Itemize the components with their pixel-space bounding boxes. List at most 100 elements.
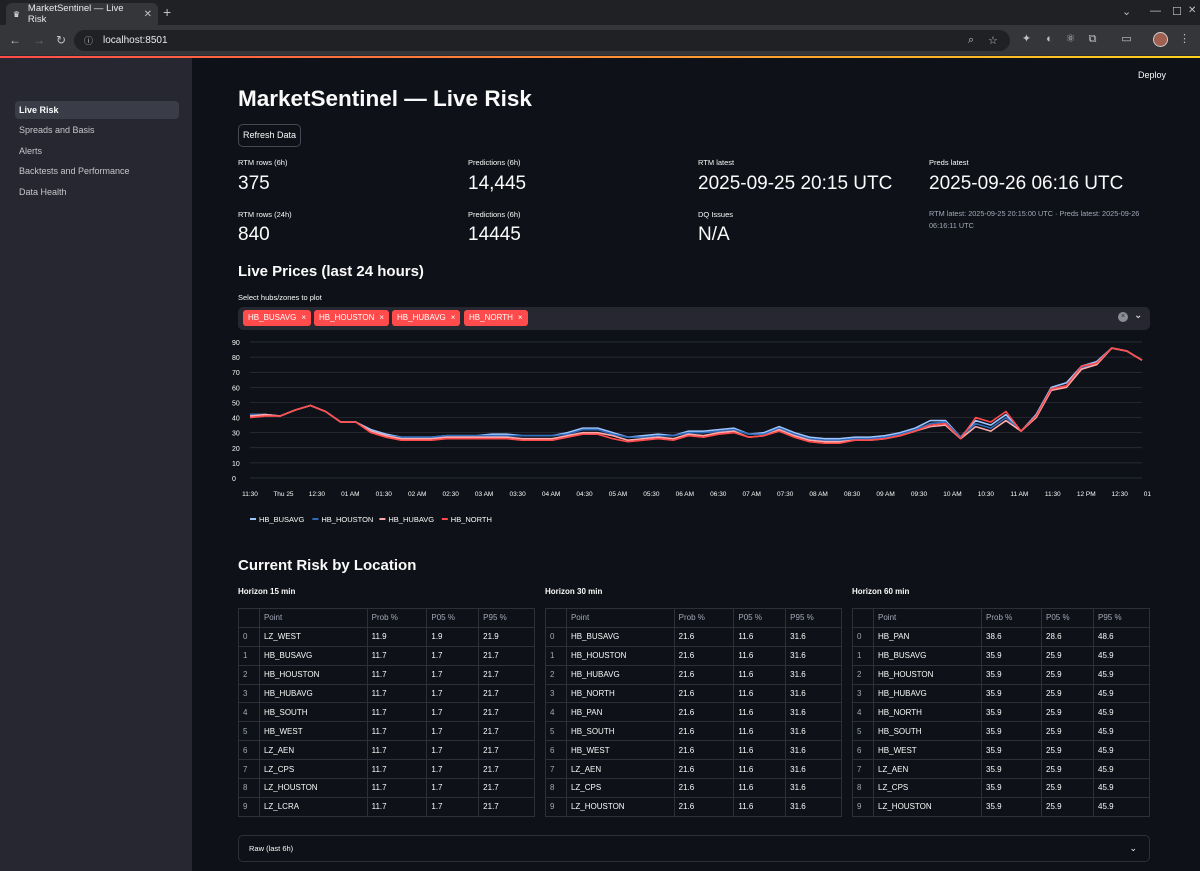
x-tick-label: 07 AM — [743, 491, 761, 498]
table-cell: 31.6 — [785, 740, 842, 761]
selected-chip[interactable]: HB_NORTH × — [464, 310, 528, 326]
cast-icon[interactable]: ▭ — [1120, 33, 1133, 46]
react-devtools-icon[interactable]: ⚛ — [1064, 33, 1077, 46]
column-header[interactable]: Point — [258, 608, 368, 628]
hub-multiselect[interactable]: HB_BUSAVG × HB_HOUSTON × HB_HUBAVG × HB_NOR… — [238, 307, 1150, 330]
minimize-icon[interactable]: — — [1150, 5, 1161, 17]
column-header[interactable]: P05 % — [426, 608, 480, 628]
chip-remove-icon[interactable]: × — [451, 313, 456, 322]
selected-chip[interactable]: HB_HUBAVG × — [392, 310, 461, 326]
selected-chip[interactable]: HB_BUSAVG × — [243, 310, 311, 326]
table-row[interactable]: 3 HB_NORTH 21.6 11.6 31.6 — [545, 683, 842, 704]
column-header[interactable]: P05 % — [733, 608, 787, 628]
new-tab-icon[interactable]: + — [163, 4, 171, 20]
deploy-button[interactable]: Deploy — [1138, 70, 1166, 80]
selected-chip[interactable]: HB_HOUSTON × — [314, 310, 390, 326]
column-header[interactable]: Prob % — [366, 608, 428, 628]
table-row[interactable]: 4 HB_SOUTH 11.7 1.7 21.7 — [238, 702, 535, 723]
chip-remove-icon[interactable]: × — [379, 313, 384, 322]
bookmark-star-icon[interactable]: ☆ — [988, 34, 998, 47]
table-row[interactable]: 1 HB_BUSAVG 11.7 1.7 21.7 — [238, 645, 535, 666]
table-row[interactable]: 2 HB_HOUSTON 11.7 1.7 21.7 — [238, 664, 535, 685]
chevron-down-icon[interactable]: ⌄ — [1134, 310, 1142, 321]
column-header[interactable]: Point — [565, 608, 675, 628]
table-row[interactable]: 8 LZ_CPS 35.9 25.9 45.9 — [852, 778, 1150, 798]
table-cell: 0 — [852, 626, 874, 647]
tab-title: MarketSentinel — Live Risk — [27, 3, 124, 25]
browser-menu-icon[interactable]: ⋮ — [1178, 33, 1191, 46]
table-row[interactable]: 4 HB_NORTH 35.9 25.9 45.9 — [852, 702, 1150, 723]
chip-remove-icon[interactable]: × — [518, 313, 523, 322]
chip-remove-icon[interactable]: × — [301, 313, 306, 322]
clear-all-icon[interactable]: × — [1118, 312, 1128, 322]
table-row[interactable]: 8 LZ_HOUSTON 11.7 1.7 21.7 — [238, 778, 535, 798]
forward-icon[interactable]: → — [33, 33, 45, 47]
table-row[interactable]: 8 LZ_CPS 21.6 11.6 31.6 — [545, 778, 842, 798]
sidebar-item-backtests[interactable]: Backtests and Performance — [15, 162, 179, 180]
table-row[interactable]: 6 HB_WEST 21.6 11.6 31.6 — [545, 740, 842, 761]
table-row[interactable]: 7 LZ_CPS 11.7 1.7 21.7 — [238, 759, 535, 780]
column-header[interactable] — [545, 608, 567, 628]
column-header[interactable] — [852, 608, 874, 628]
table-row[interactable]: 0 LZ_WEST 11.9 1.9 21.9 — [238, 626, 535, 647]
table-row[interactable]: 3 HB_HUBAVG 35.9 25.9 45.9 — [852, 683, 1150, 704]
table-cell: 11.7 — [366, 796, 428, 817]
column-header[interactable]: Prob % — [673, 608, 735, 628]
table-cell: HB_HUBAVG — [873, 683, 982, 704]
tab-search-icon[interactable]: ⌄ — [1122, 5, 1131, 18]
sidebar-item-spreads-and-basis[interactable]: Spreads and Basis — [15, 121, 179, 139]
table-row[interactable]: 6 LZ_AEN 11.7 1.7 21.7 — [238, 740, 535, 761]
table-row[interactable]: 6 HB_WEST 35.9 25.9 45.9 — [852, 740, 1150, 761]
browser-tab[interactable]: ♛ MarketSentinel — Live Risk ✕ — [6, 3, 158, 25]
table-row[interactable]: 9 LZ_LCRA 11.7 1.7 21.7 — [238, 796, 535, 817]
address-bar[interactable]: ⓘ localhost:8501 ⌕ ☆ — [74, 30, 1010, 51]
extension-icon[interactable]: ◐ — [1043, 33, 1056, 46]
table-row[interactable]: 3 HB_HUBAVG 11.7 1.7 21.7 — [238, 683, 535, 704]
table-row[interactable]: 9 LZ_HOUSTON 21.6 11.6 31.6 — [545, 796, 842, 817]
table-cell: 2 — [545, 664, 567, 685]
table-row[interactable]: 5 HB_SOUTH 35.9 25.9 45.9 — [852, 721, 1150, 742]
tab-close-icon[interactable]: ✕ — [144, 9, 152, 20]
table-row[interactable]: 2 HB_HUBAVG 21.6 11.6 31.6 — [545, 664, 842, 685]
extension-icon[interactable]: ✦ — [1020, 33, 1033, 46]
column-header[interactable]: P95 % — [1093, 608, 1150, 628]
back-icon[interactable]: ← — [9, 33, 21, 47]
table-row[interactable]: 0 HB_BUSAVG 21.6 11.6 31.6 — [545, 626, 842, 647]
risk-table-60min[interactable]: Point Prob % P05 % P95 % 0 HB_PAN 38.6 28.6 48.6… — [852, 608, 1150, 817]
table-row[interactable]: 0 HB_PAN 38.6 28.6 48.6 — [852, 626, 1150, 647]
refresh-data-button[interactable]: Refresh Data — [238, 124, 301, 147]
site-info-icon[interactable]: ⓘ — [84, 34, 93, 47]
table-row[interactable]: 7 LZ_AEN 21.6 11.6 31.6 — [545, 759, 842, 780]
table-row[interactable]: 5 HB_WEST 11.7 1.7 21.7 — [238, 721, 535, 742]
column-header[interactable]: Prob % — [981, 608, 1042, 628]
sidebar-item-data-health[interactable]: Data Health — [15, 183, 179, 201]
table-row[interactable]: 7 LZ_AEN 35.9 25.9 45.9 — [852, 759, 1150, 780]
profile-avatar[interactable] — [1153, 32, 1168, 47]
table-row[interactable]: 9 LZ_HOUSTON 35.9 25.9 45.9 — [852, 796, 1150, 817]
column-header[interactable]: P95 % — [785, 608, 842, 628]
reload-icon[interactable]: ↻ — [56, 33, 66, 47]
zoom-icon[interactable]: ⌕ — [968, 34, 974, 47]
table-cell: 9 — [238, 796, 260, 817]
table-cell: 21.6 — [673, 759, 735, 780]
column-header[interactable]: P05 % — [1041, 608, 1094, 628]
extensions-puzzle-icon[interactable]: ⧉ — [1086, 33, 1099, 46]
sidebar-item-live-risk[interactable]: Live Risk — [15, 101, 179, 119]
risk-table-15min[interactable]: Point Prob % P05 % P95 % 0 LZ_WEST 11.9 1.9 21.9… — [238, 608, 535, 817]
table-cell: 1.7 — [426, 778, 480, 798]
table-row[interactable]: 1 HB_HOUSTON 21.6 11.6 31.6 — [545, 645, 842, 666]
risk-table-30min[interactable]: Point Prob % P05 % P95 % 0 HB_BUSAVG 21.6 11.6 3… — [545, 608, 842, 817]
table-row[interactable]: 4 HB_PAN 21.6 11.6 31.6 — [545, 702, 842, 723]
x-tick-label: 01:30 — [376, 491, 393, 498]
table-row[interactable]: 1 HB_BUSAVG 35.9 25.9 45.9 — [852, 645, 1150, 666]
column-header[interactable] — [238, 608, 260, 628]
sidebar-item-alerts[interactable]: Alerts — [15, 142, 179, 160]
table-row[interactable]: 5 HB_SOUTH 21.6 11.6 31.6 — [545, 721, 842, 742]
maximize-icon[interactable]: ☐ — [1172, 5, 1182, 18]
raw-data-expander[interactable]: Raw (last 6h) ⌄ — [238, 835, 1150, 862]
window-close-icon[interactable]: ✕ — [1188, 5, 1196, 16]
column-header[interactable]: Point — [873, 608, 982, 628]
column-header[interactable]: P95 % — [478, 608, 535, 628]
table-cell: HB_SOUTH — [565, 721, 675, 742]
table-row[interactable]: 2 HB_HOUSTON 35.9 25.9 45.9 — [852, 664, 1150, 685]
